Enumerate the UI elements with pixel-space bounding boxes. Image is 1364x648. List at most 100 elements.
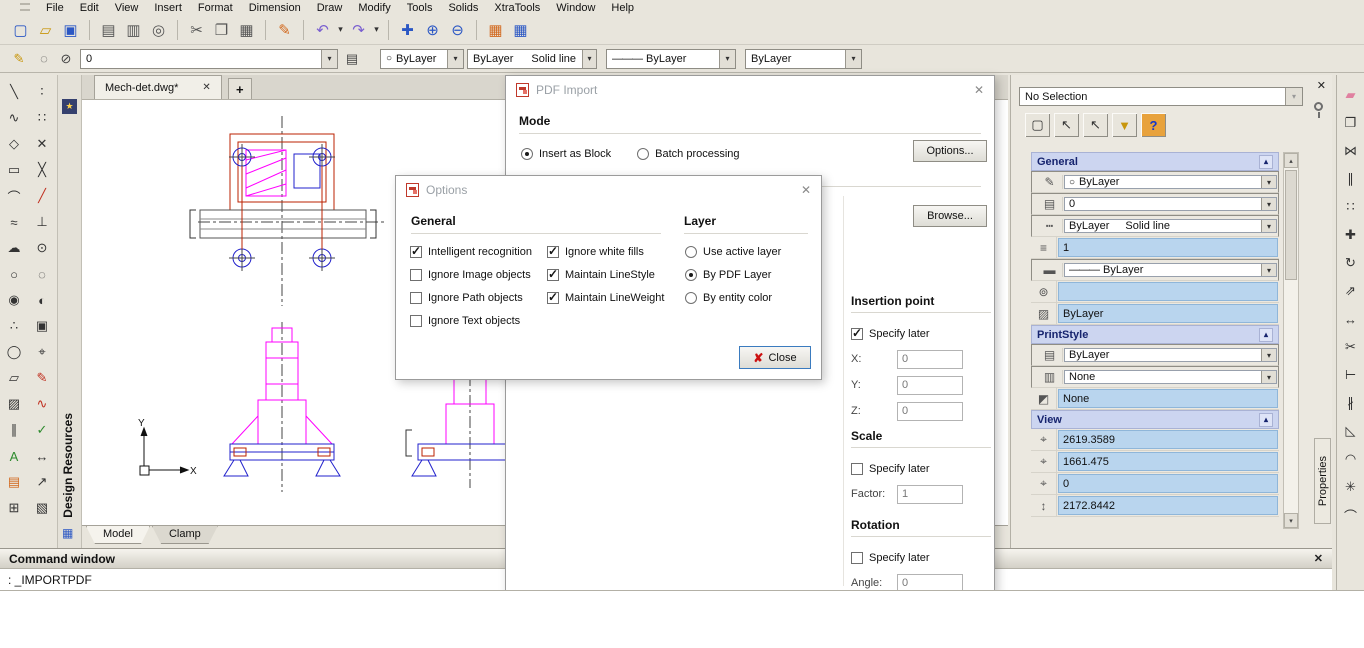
menu-modify[interactable]: Modify [350, 2, 398, 14]
new-tab-button[interactable]: + [227, 78, 252, 99]
thickness-row[interactable]: ▨ ByLayer ▾ [1031, 303, 1279, 325]
perpendicular-snap-icon[interactable]: ⊥ [30, 209, 54, 235]
tab-clamp[interactable]: Clamp [151, 526, 218, 544]
help-icon[interactable]: ? [1141, 113, 1166, 137]
menu-draw[interactable]: Draw [309, 2, 351, 14]
check-ignore-text-objects[interactable]: Ignore Text objects [410, 309, 532, 332]
extend-icon[interactable]: ⊢ [1340, 365, 1362, 385]
region-tool-icon[interactable]: ▱ [2, 365, 26, 391]
layer-combo[interactable]: 0 ▾ [80, 48, 338, 69]
undo-dropdown-icon[interactable]: ▾ [335, 18, 346, 42]
layers-manager-icon[interactable]: ▦ [483, 18, 508, 42]
chevron-down-icon[interactable]: ▾ [1261, 176, 1276, 188]
property-value[interactable]: ○ ByLayer ▾ [1064, 175, 1277, 189]
close-icon[interactable]: ✕ [1317, 79, 1326, 92]
design-resources-icon[interactable]: ★ [62, 99, 77, 114]
undo-icon[interactable]: ↶ [310, 18, 335, 42]
break-icon[interactable]: ∦ [1340, 393, 1362, 413]
property-value[interactable]: ▾ [1058, 282, 1278, 301]
stretch-icon[interactable]: ↔ [1340, 309, 1362, 329]
scrollbar[interactable]: ▴ ▾ [1283, 152, 1299, 529]
field-input[interactable]: 0 [897, 349, 963, 369]
chevron-down-icon[interactable]: ▾ [845, 49, 861, 68]
rectangle-tool-icon[interactable]: ▭ [2, 157, 26, 183]
chevron-down-icon[interactable]: ▾ [719, 49, 735, 68]
factor-input[interactable]: 1 [897, 484, 963, 504]
leader-tool-icon[interactable]: ↗ [30, 469, 54, 495]
hyperlink-row[interactable]: ⊚ ▾ [1031, 281, 1279, 303]
paste-icon[interactable]: ▦ [234, 18, 259, 42]
trim-icon[interactable]: ✂ [1340, 337, 1362, 357]
view-center-y-row[interactable]: ⌖ 1661.475 ▾ [1031, 451, 1279, 473]
print-style-table-row[interactable]: ▥ None ▾ [1031, 366, 1279, 388]
radio-by-pdf-layer[interactable]: By PDF Layer [685, 263, 781, 286]
check-intelligent-recognition[interactable]: Intelligent recognition [410, 240, 532, 263]
property-value[interactable]: ——— ByLayer ▾ [1064, 263, 1277, 277]
new-file-icon[interactable]: ▢ [8, 18, 33, 42]
dialog-title-bar[interactable]: Options ✕ [396, 176, 821, 204]
menu-solids[interactable]: Solids [440, 2, 486, 14]
quadrant-snap-icon[interactable]: ◐ [30, 287, 54, 313]
image-tool-icon[interactable]: ▤ [2, 469, 26, 495]
print-icon[interactable]: ▤ [96, 18, 121, 42]
plotstyle-combo[interactable]: ByLayer ▾ [745, 48, 862, 69]
scroll-thumb[interactable] [1285, 170, 1297, 280]
radio-by-entity-color[interactable]: By entity color [685, 286, 781, 309]
line-tool-icon[interactable]: ╲ [2, 79, 26, 105]
explode-icon[interactable]: ✳ [1340, 477, 1362, 497]
chevron-down-icon[interactable]: ▾ [1261, 264, 1276, 276]
property-value[interactable]: 1661.475 ▾ [1058, 452, 1278, 471]
menu-format[interactable]: Format [190, 2, 241, 14]
browse-button[interactable]: Browse... [913, 205, 987, 227]
field-input[interactable]: 0 [897, 401, 963, 421]
pin-icon[interactable] [1314, 102, 1323, 118]
quick-select-icon[interactable]: ▼ [1112, 113, 1137, 137]
hatch-tool-icon[interactable]: ▨ [2, 391, 26, 417]
scale-icon[interactable]: ⇗ [1340, 281, 1362, 301]
markup-tool-icon[interactable]: ✎ [30, 365, 54, 391]
offset-icon[interactable]: ∥ [1340, 169, 1362, 189]
format-painter-icon[interactable]: ✎ [272, 18, 297, 42]
radio-use-active-layer[interactable]: Use active layer [685, 240, 781, 263]
chevron-down-icon[interactable]: ▾ [1261, 198, 1276, 210]
text-tool-icon[interactable]: A [2, 443, 26, 469]
rotation-specify-later-checkbox[interactable]: Specify later [851, 546, 991, 570]
intersection-snap-icon[interactable]: ✕ [30, 131, 54, 157]
copy-object-icon[interactable]: ❐ [1340, 113, 1362, 133]
linetype-combo[interactable]: ByLayer Solid line ▾ [467, 48, 597, 69]
property-value[interactable]: ByLayer ▾ [1058, 304, 1278, 323]
property-value[interactable]: None ▾ [1058, 389, 1278, 408]
selection-combo[interactable]: No Selection ▾ [1019, 87, 1303, 106]
circle-tool-icon[interactable]: ○ [2, 261, 26, 287]
color-row[interactable]: ✎ ○ ByLayer ▾ [1031, 171, 1279, 193]
menu-edit[interactable]: Edit [72, 2, 107, 14]
close-icon[interactable]: ✕ [1314, 552, 1323, 565]
check-maintain-linestyle[interactable]: Maintain LineStyle [547, 263, 664, 286]
fillet-icon[interactable]: ◠ [1340, 449, 1362, 469]
menu-view[interactable]: View [107, 2, 147, 14]
color-combo[interactable]: ○ ByLayer ▾ [380, 48, 464, 69]
layer-off-icon[interactable]: ⊘ [55, 48, 77, 70]
chamfer-icon[interactable]: ◺ [1340, 421, 1362, 441]
multiline-tool-icon[interactable]: ∥ [2, 417, 26, 443]
center-snap-icon[interactable]: ⊙ [30, 235, 54, 261]
menu-dimension[interactable]: Dimension [241, 2, 309, 14]
divide-tool-icon[interactable]: ∶ [30, 79, 54, 105]
chevron-down-icon[interactable]: ▾ [582, 49, 596, 68]
document-tab-active[interactable]: Mech-det.dwg* ✕ [94, 75, 222, 99]
view-height-row[interactable]: ↕ 2172.8442 ▾ [1031, 495, 1279, 517]
chevron-down-icon[interactable]: ▾ [1261, 349, 1276, 361]
chevron-down-icon[interactable]: ▾ [1261, 371, 1276, 383]
lineweight-combo[interactable]: ——— ByLayer ▾ [606, 48, 736, 69]
menu-help[interactable]: Help [603, 2, 642, 14]
menu-insert[interactable]: Insert [146, 2, 190, 14]
linetype-scale-row[interactable]: ≡ 1 ▾ [1031, 237, 1279, 259]
view-center-z-row[interactable]: ⌖ 0 ▾ [1031, 473, 1279, 495]
rotate-icon[interactable]: ↻ [1340, 253, 1362, 273]
chevron-down-icon[interactable]: ▾ [1261, 220, 1276, 232]
mirror-icon[interactable]: ⋈ [1340, 141, 1362, 161]
check-ignore-image-objects[interactable]: Ignore Image objects [410, 263, 532, 286]
properties-tab[interactable]: Properties [1314, 438, 1331, 524]
section-general[interactable]: General ▴ [1031, 152, 1279, 171]
move-icon[interactable]: ✚ [1340, 225, 1362, 245]
